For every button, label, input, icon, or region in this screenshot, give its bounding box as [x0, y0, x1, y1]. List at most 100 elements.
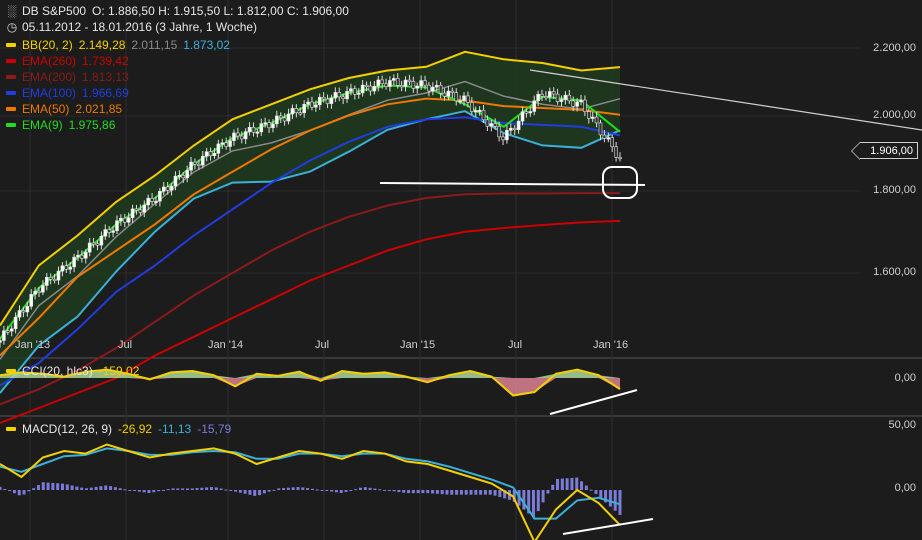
legend-swatch — [6, 90, 16, 95]
macd-swatch — [6, 426, 16, 431]
candle-body — [21, 310, 26, 313]
bar-chart-icon: ░ — [7, 4, 17, 18]
candle-body — [263, 122, 267, 125]
chart-canvas — [0, 0, 922, 540]
candle-body — [423, 80, 427, 86]
candle-body — [142, 204, 147, 213]
candle-body — [286, 113, 291, 122]
candle-body — [325, 98, 330, 104]
macd-histogram-bar — [469, 490, 473, 495]
candle-body — [41, 285, 45, 293]
candle-body — [337, 92, 342, 98]
macd-histogram-bar — [541, 490, 545, 503]
candle-body — [134, 208, 139, 211]
cci-label: CCI(20, hlc3) — [22, 364, 93, 378]
candle-body — [450, 90, 455, 93]
candle-body — [173, 175, 178, 187]
macd-histogram-bar — [310, 488, 314, 490]
candle-body — [212, 152, 217, 157]
macd-histogram-bar — [522, 490, 526, 510]
macd-histogram-bar — [392, 490, 396, 492]
candle-body — [376, 79, 381, 87]
y-tick-2000: 2.000,00 — [873, 109, 916, 121]
macd-histogram-bar — [277, 488, 281, 490]
legend-swatch — [6, 74, 16, 79]
y-tick-2200: 2.200,00 — [873, 42, 916, 54]
candle-body — [458, 100, 462, 103]
macd-histogram-bar — [272, 489, 276, 491]
candle-body — [512, 127, 517, 131]
candle-body — [228, 140, 232, 147]
candle-body — [411, 81, 416, 89]
candle-body — [395, 78, 400, 86]
candle-body — [434, 85, 439, 88]
candle-body — [310, 101, 314, 108]
candle-body — [119, 217, 123, 222]
macd-histogram-bar — [339, 490, 343, 493]
macd-histogram-bar — [560, 478, 564, 490]
candle-body — [29, 294, 33, 307]
candle-body — [193, 161, 197, 165]
x-tick-jan16: Jan '16 — [593, 339, 629, 351]
macd-histogram-bar — [94, 486, 98, 490]
legend-indicator-value: 1.975,86 — [68, 118, 116, 132]
macd-histogram-bar — [27, 490, 31, 492]
y-tick-1600: 1.600,00 — [873, 266, 916, 278]
candle-body — [493, 123, 498, 127]
candle-body — [571, 100, 576, 107]
macd-label: MACD(12, 26, 9) — [22, 422, 113, 436]
candle-body — [407, 79, 412, 82]
candle-body — [579, 99, 583, 103]
candle-body — [598, 122, 603, 136]
candle-body — [524, 111, 529, 114]
macd-histogram-bar — [282, 488, 286, 490]
candle-body — [364, 84, 369, 87]
macd-histogram-bar — [205, 487, 209, 490]
candle-body — [606, 137, 611, 140]
legend-indicator-value: 1.813,13 — [82, 70, 129, 84]
symbol-row: ░ DB S&P500 O: 1.886,50 H: 1.915,50 L: 1.8… — [6, 4, 349, 19]
candle-body — [122, 217, 127, 223]
macd-histogram-bar — [608, 490, 612, 507]
macd-histogram-bar — [382, 489, 386, 491]
range-row: ◷ 05.11.2012 - 18.01.2016 (3 Jahre, 1 Woc… — [6, 20, 257, 35]
candle-body — [314, 104, 318, 108]
macd-histogram-bar — [8, 490, 12, 492]
candle-body — [489, 123, 494, 127]
macd-histogram-bar — [435, 490, 439, 494]
candle-body — [380, 79, 384, 85]
candle-body — [2, 330, 6, 341]
macd-histogram-bar — [200, 487, 204, 490]
candle-body — [540, 93, 544, 97]
candle-body — [236, 132, 240, 137]
candle-body — [271, 123, 275, 129]
macd-histogram-bar — [89, 487, 93, 490]
macd-histogram-bar — [536, 490, 540, 512]
candle-body — [516, 120, 521, 130]
candle-body — [610, 137, 615, 148]
macd-histogram-bar — [618, 490, 622, 515]
legend-indicator-value: 1.966,69 — [82, 86, 129, 100]
candle-body — [243, 131, 248, 140]
macd-histogram-bar — [421, 490, 425, 494]
macd-histogram-bar — [128, 490, 132, 491]
x-tick-jan14: Jan '14 — [208, 339, 244, 351]
candle-body — [349, 88, 353, 92]
legend-indicator-value: 2.149,28 — [78, 38, 126, 52]
candle-body — [37, 290, 41, 293]
candle-body — [497, 126, 501, 138]
macd-histogram-bar — [60, 483, 64, 490]
candle-body — [220, 142, 225, 145]
macd-divergence-line — [562, 518, 654, 535]
macd-histogram-bar — [411, 490, 415, 494]
cci-divergence-line — [549, 389, 638, 415]
macd-histogram-bar — [431, 490, 435, 494]
candle-body — [317, 96, 322, 106]
macd-histogram-bar — [22, 490, 26, 495]
candle-body — [251, 126, 256, 133]
legend-swatch — [6, 42, 16, 47]
legend-indicator-value: 2.011,15 — [131, 38, 178, 52]
legend-indicator-name: EMA(50) — [22, 102, 70, 116]
candle-body — [442, 92, 447, 97]
candle-body — [56, 270, 61, 281]
